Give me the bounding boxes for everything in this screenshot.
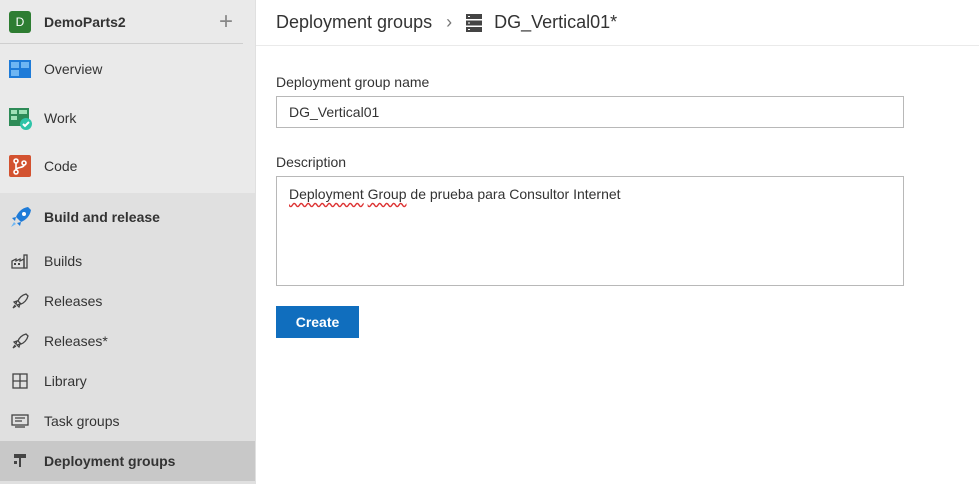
nav-task-groups[interactable]: Task groups xyxy=(0,401,255,441)
description-word-misspelled-1: Deployment xyxy=(289,186,364,202)
library-icon xyxy=(12,373,28,389)
add-icon[interactable]: + xyxy=(219,9,233,34)
chevron-right-icon: › xyxy=(446,12,453,32)
page-header: Deployment groups › DG_Vertical01* xyxy=(256,0,979,46)
page-title: DG_Vertical01* xyxy=(494,12,618,32)
code-icon xyxy=(9,155,31,177)
name-input[interactable]: DG_Vertical01 xyxy=(276,96,904,128)
rocket-icon xyxy=(11,207,31,227)
build-release-section: Build and release Builds Releases Releas… xyxy=(0,193,255,484)
project-avatar: D xyxy=(9,10,31,33)
nav-releases-label: Releases xyxy=(44,293,103,309)
nav-code-label: Code xyxy=(44,158,78,174)
nav-overview-label: Overview xyxy=(44,61,103,77)
nav-task-groups-label: Task groups xyxy=(44,413,120,429)
nav-builds-label: Builds xyxy=(44,253,83,269)
deployment-group-form: Deployment group name DG_Vertical01 Desc… xyxy=(276,74,904,338)
nav-code[interactable]: Code xyxy=(0,142,255,190)
description-textarea[interactable]: Deployment Group de prueba para Consulto… xyxy=(276,176,904,286)
nav-build-release-label: Build and release xyxy=(44,209,160,225)
nav-build-release[interactable]: Build and release xyxy=(0,193,255,241)
nav-library[interactable]: Library xyxy=(0,361,255,401)
nav-library-label: Library xyxy=(44,373,87,389)
create-button[interactable]: Create xyxy=(276,306,359,338)
nav-releases-preview[interactable]: Releases* xyxy=(0,321,255,361)
name-label: Deployment group name xyxy=(276,74,430,90)
description-text: de prueba para Consultor Internet xyxy=(406,186,621,202)
releases-rocket-icon xyxy=(12,293,29,309)
task-groups-icon xyxy=(11,414,29,428)
nav-deployment-groups[interactable]: Deployment groups xyxy=(0,441,255,481)
nav-work[interactable]: Work xyxy=(0,94,255,142)
nav-builds[interactable]: Builds xyxy=(0,241,255,281)
nav-work-label: Work xyxy=(44,110,77,126)
nav-releases-preview-label: Releases* xyxy=(44,333,108,349)
nav-deployment-groups-label: Deployment groups xyxy=(44,453,176,469)
breadcrumb-deployment-groups[interactable]: Deployment groups xyxy=(276,12,432,33)
releases-preview-rocket-icon xyxy=(12,333,29,349)
overview-icon xyxy=(9,60,31,78)
sidebar: D DemoParts2 + Overview Work Code Build … xyxy=(0,0,256,484)
project-name[interactable]: DemoParts2 xyxy=(44,14,219,30)
project-header[interactable]: D DemoParts2 + xyxy=(0,0,243,44)
server-icon xyxy=(466,13,483,32)
deployment-groups-icon xyxy=(14,454,26,467)
description-label: Description xyxy=(276,154,347,170)
description-word-misspelled-2: Group xyxy=(367,186,407,202)
nav-overview[interactable]: Overview xyxy=(0,44,255,94)
factory-icon xyxy=(11,254,28,269)
work-icon xyxy=(9,108,32,130)
nav-releases[interactable]: Releases xyxy=(0,281,255,321)
name-value: DG_Vertical01 xyxy=(289,104,380,120)
